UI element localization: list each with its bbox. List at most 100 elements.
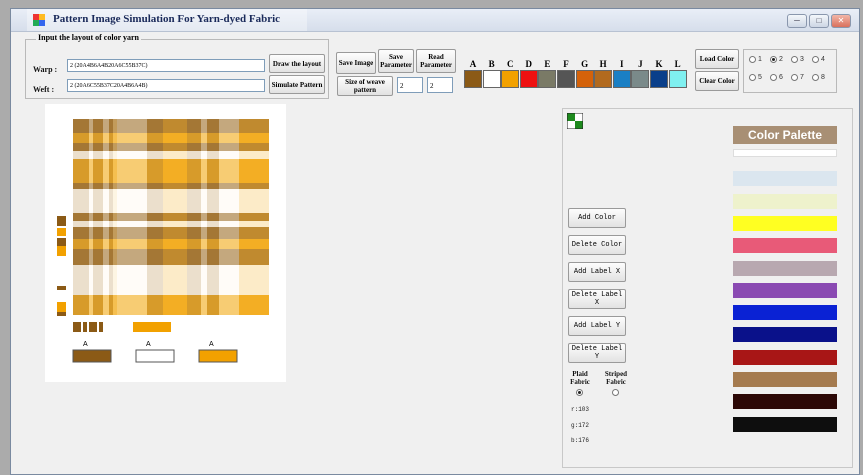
radio-label: 3	[800, 56, 804, 63]
legend-swatch	[135, 349, 175, 363]
ratio-radio-7[interactable]: 7	[791, 74, 804, 81]
palette-color-9[interactable]	[733, 327, 837, 343]
radio-dot[interactable]	[791, 74, 798, 81]
palette-color-12[interactable]	[733, 394, 837, 410]
save-image-button[interactable]: Save Image	[336, 52, 376, 74]
color-letter-i: I	[620, 59, 624, 69]
save-parameter-button[interactable]: Save Parameter	[378, 49, 414, 73]
palette-color-10[interactable]	[733, 349, 837, 365]
color-swatch-h[interactable]	[594, 70, 613, 88]
color-swatch-i[interactable]	[612, 70, 631, 88]
palette-color-7[interactable]	[733, 282, 837, 298]
warp-bar-segment	[99, 322, 103, 332]
radio-label: 8	[821, 74, 825, 81]
ratio-radio-1[interactable]: 1	[749, 56, 762, 63]
clear-color-button[interactable]: Clear Color	[695, 71, 739, 91]
delete-label-x-button[interactable]: Delete Label X	[568, 289, 626, 309]
color-swatch-k[interactable]	[650, 70, 668, 88]
weft-stripe	[73, 295, 269, 315]
color-swatch-j[interactable]	[631, 70, 650, 88]
weft-input[interactable]: 2 (20A6C55B37C20A4B6A4B)	[67, 79, 265, 92]
palette-color-3[interactable]	[733, 193, 837, 209]
ratio-radio-3[interactable]: 3	[791, 56, 804, 63]
weft-bar-segment	[57, 216, 66, 226]
radio-dot[interactable]	[770, 56, 777, 63]
plaid-fabric-radio[interactable]	[576, 389, 583, 396]
color-swatch-e[interactable]	[538, 70, 557, 88]
legend-swatch	[198, 349, 238, 363]
read-parameter-button[interactable]: Read Parameter	[416, 49, 456, 73]
weft-stripe	[73, 265, 269, 295]
app-window: Pattern Image Simulation For Yarn-dyed F…	[10, 8, 860, 475]
palette-color-4[interactable]	[733, 215, 837, 231]
palette-color-8[interactable]	[733, 305, 837, 321]
weave-size-button[interactable]: Size of weave pattern	[337, 76, 393, 96]
color-letter-h: H	[599, 59, 607, 69]
minimize-button[interactable]: ─	[787, 14, 807, 28]
palette-color-2[interactable]	[733, 171, 837, 187]
weave-height-input[interactable]: 2	[427, 77, 453, 93]
warp-bar-segment	[113, 322, 133, 332]
weft-stripe	[73, 133, 269, 143]
ratio-radio-5[interactable]: 5	[749, 74, 762, 81]
maximize-button[interactable]: □	[809, 14, 829, 28]
radio-dot[interactable]	[770, 74, 777, 81]
palette-color-11[interactable]	[733, 372, 837, 387]
palette-color-1[interactable]	[733, 149, 837, 157]
color-letter-e: E	[544, 59, 551, 69]
color-swatch-a[interactable]	[464, 70, 482, 88]
weave-width-input[interactable]: 2	[397, 77, 423, 93]
close-button[interactable]: ✕	[831, 14, 851, 28]
ratio-radio-6[interactable]: 6	[770, 74, 783, 81]
weft-bar-segment	[57, 246, 66, 256]
green-value: g:172	[571, 422, 590, 429]
radio-dot[interactable]	[749, 56, 756, 63]
ratio-radio-2[interactable]: 2	[770, 56, 783, 63]
simulate-pattern-button[interactable]: Simulate Pattern	[269, 75, 325, 94]
legend-label: A	[146, 341, 151, 348]
radio-dot[interactable]	[749, 74, 756, 81]
color-swatch-b[interactable]	[482, 70, 501, 88]
ratio-radio-4[interactable]: 4	[812, 56, 825, 63]
radio-label: 4	[821, 56, 825, 63]
delete-color-button[interactable]: Delete Color	[568, 235, 626, 255]
striped-fabric-label: Striped Fabric	[604, 370, 628, 386]
draw-layout-button[interactable]: Draw the layout	[269, 54, 325, 73]
legend-swatch	[72, 349, 112, 363]
palette-color-13[interactable]	[733, 416, 837, 432]
load-color-button[interactable]: Load Color	[695, 49, 739, 69]
color-swatch-c[interactable]	[501, 70, 520, 88]
add-label-y-button[interactable]: Add Label Y	[568, 316, 626, 336]
weft-stripe	[73, 159, 269, 183]
red-value: r:103	[571, 406, 590, 413]
add-label-x-button[interactable]: Add Label X	[568, 262, 626, 282]
warp-bar-segment	[133, 322, 141, 332]
palette-color-5[interactable]	[733, 238, 837, 254]
color-palette-title: Color Palette	[733, 126, 837, 144]
fabric-simulation: AAA	[57, 119, 269, 363]
color-letter-l: L	[674, 59, 681, 69]
color-swatch-f[interactable]	[557, 70, 575, 88]
color-letter-c: C	[506, 59, 514, 69]
add-color-button[interactable]: Add Color	[568, 208, 626, 228]
weft-stripe	[73, 221, 269, 227]
app-icon	[33, 14, 45, 26]
radio-label: 6	[779, 74, 783, 81]
striped-fabric-radio[interactable]	[612, 389, 619, 396]
delete-label-y-button[interactable]: Delete Label Y	[568, 343, 626, 363]
pattern-canvas: AAA	[45, 104, 286, 382]
weft-stripe	[73, 213, 269, 221]
warp-input[interactable]: 2 (20A4B6A4B20A6C55B37C)	[67, 59, 265, 72]
color-swatch-g[interactable]	[575, 70, 594, 88]
radio-label: 5	[758, 74, 762, 81]
palette-color-6[interactable]	[733, 260, 837, 276]
color-swatch-d[interactable]	[519, 70, 538, 88]
window-title: Pattern Image Simulation For Yarn-dyed F…	[53, 13, 281, 25]
ratio-radio-8[interactable]: 8	[812, 74, 825, 81]
legend-label: A	[209, 341, 214, 348]
radio-dot[interactable]	[791, 56, 798, 63]
radio-dot[interactable]	[812, 56, 819, 63]
warp-label: Warp :	[33, 65, 58, 74]
radio-dot[interactable]	[812, 74, 819, 81]
color-swatch-l[interactable]	[668, 70, 687, 88]
